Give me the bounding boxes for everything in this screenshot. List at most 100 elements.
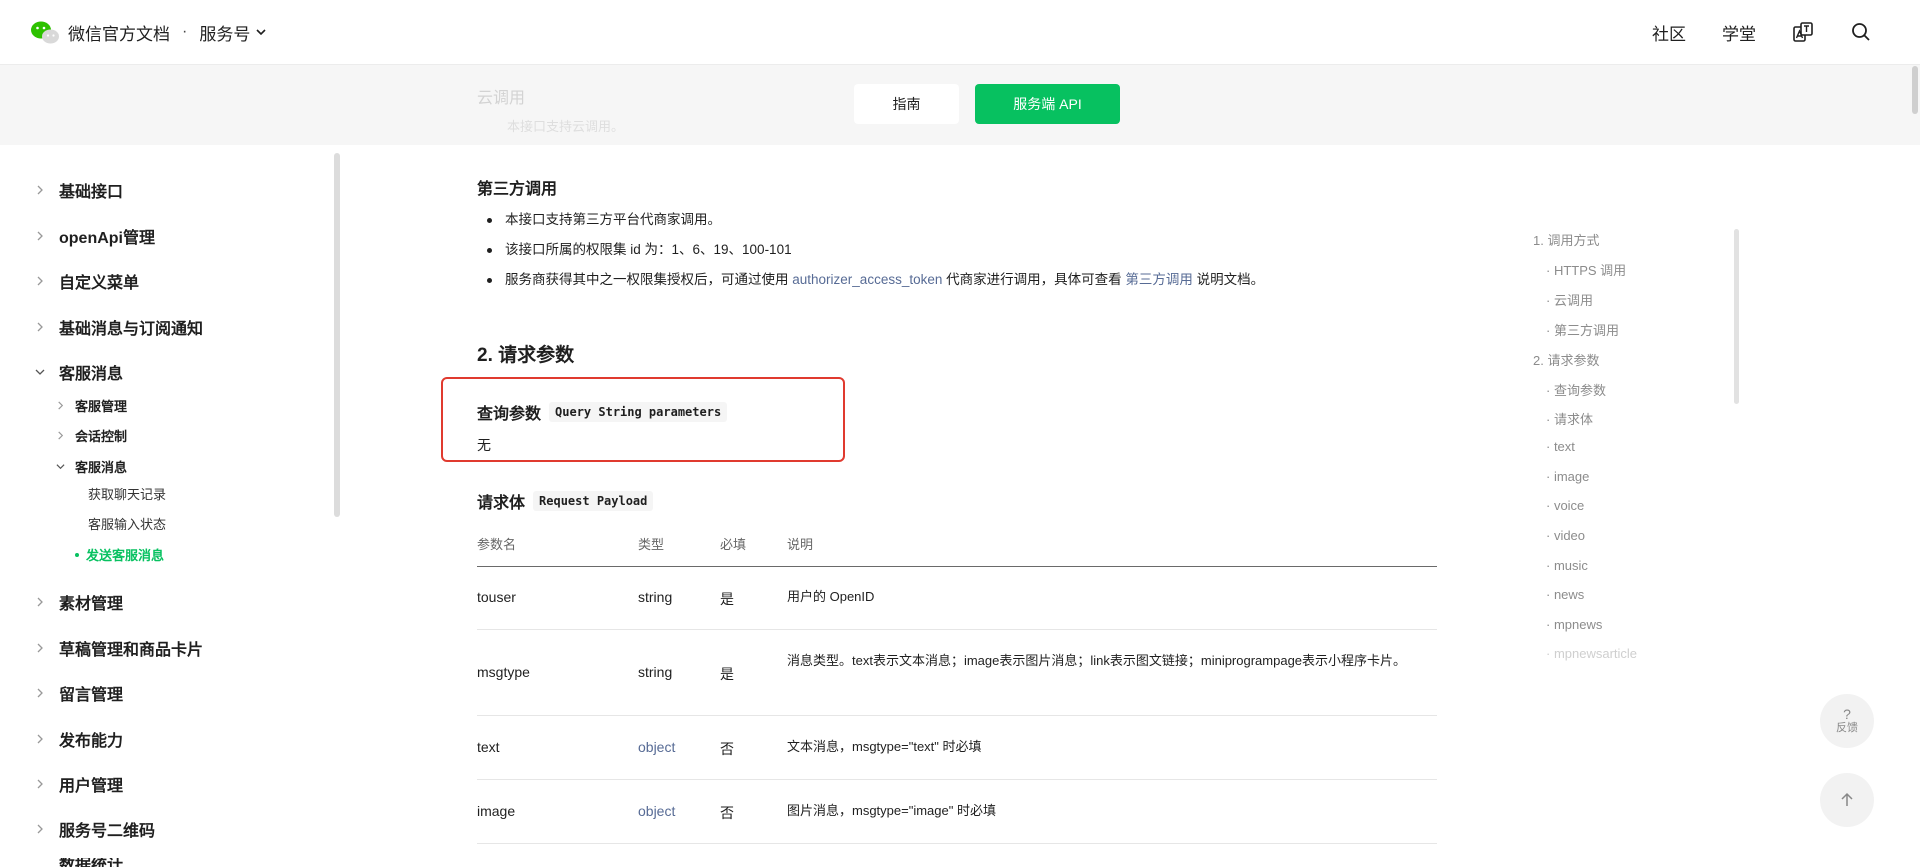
param-name: image bbox=[477, 803, 516, 819]
sidebar-scrollbar[interactable] bbox=[334, 153, 340, 517]
tab-guide[interactable]: 指南 bbox=[854, 84, 959, 124]
chevron-right-icon bbox=[33, 595, 47, 609]
param-required: 是 bbox=[720, 591, 734, 607]
inline-code: Request Payload bbox=[533, 491, 654, 511]
inline-code: Query String parameters bbox=[549, 402, 728, 422]
toc-item-call-method[interactable]: 1. 调用方式 bbox=[1533, 230, 1599, 249]
product-label: 服务号 bbox=[199, 24, 251, 44]
sidebar-item-comments[interactable]: 留言管理 bbox=[33, 681, 123, 705]
question-icon: ? bbox=[1843, 706, 1851, 722]
list-item: 该接口所属的权限集 id 为：1、6、19、100-101 bbox=[477, 240, 1264, 270]
sidebar-item-session-control[interactable]: 会话控制 bbox=[53, 426, 127, 445]
top-header: 微信官方文档 · 服务号 社区 学堂 bbox=[0, 0, 1920, 65]
toc-item-request-params[interactable]: 2. 请求参数 bbox=[1533, 350, 1599, 369]
toc-item-third-party[interactable]: · 第三方调用 bbox=[1546, 320, 1619, 339]
sidebar-item-qrcode[interactable]: 服务号二维码 bbox=[33, 817, 155, 841]
sidebar-item-users[interactable]: 用户管理 bbox=[33, 772, 123, 796]
feedback-button[interactable]: ? 反馈 bbox=[1820, 694, 1874, 748]
active-dot bbox=[75, 552, 79, 557]
sidebar-item-publish[interactable]: 发布能力 bbox=[33, 727, 123, 751]
back-to-top-button[interactable] bbox=[1820, 773, 1874, 827]
search-icon[interactable] bbox=[1850, 21, 1872, 43]
third-party-heading: 第三方调用 bbox=[477, 181, 558, 198]
sidebar-item-kefu[interactable]: 客服消息 bbox=[33, 360, 123, 384]
toc-item-cloud[interactable]: · 云调用 bbox=[1546, 290, 1593, 309]
wechat-logo-icon bbox=[31, 21, 59, 44]
column-header: 必填 bbox=[720, 537, 747, 552]
authorizer-token-link[interactable]: authorizer_access_token bbox=[792, 272, 942, 287]
nav-academy[interactable]: 学堂 bbox=[1722, 20, 1756, 45]
toc-item-text[interactable]: · text bbox=[1546, 439, 1575, 454]
toc-item-query[interactable]: · 查询参数 bbox=[1546, 380, 1606, 399]
param-type: string bbox=[638, 589, 673, 605]
param-name: touser bbox=[477, 589, 516, 605]
chevron-right-icon bbox=[33, 274, 47, 288]
toc-item-video[interactable]: · video bbox=[1546, 528, 1585, 543]
toc-item-news[interactable]: · news bbox=[1546, 587, 1584, 602]
third-party-bullets: 本接口支持第三方平台代商家调用。 该接口所属的权限集 id 为：1、6、19、1… bbox=[477, 210, 1264, 300]
sidebar-item-label: 自定义菜单 bbox=[59, 275, 140, 292]
sidebar-item-label: 客服消息 bbox=[59, 366, 124, 383]
sidebar-item-label: 基础接口 bbox=[59, 184, 124, 201]
request-params-heading: 2. 请求参数 bbox=[477, 345, 575, 366]
sidebar-item-label: 发布能力 bbox=[59, 733, 124, 750]
toc-item-mpnewsarticle[interactable]: · mpnewsarticle bbox=[1546, 646, 1637, 661]
table-row: text object 否 文本消息，msgtype="text" 时必填 bbox=[477, 716, 1437, 780]
column-header: 类型 bbox=[638, 537, 665, 552]
toc-item-https[interactable]: · HTTPS 调用 bbox=[1546, 260, 1626, 279]
sidebar-item-kefu-manage[interactable]: 客服管理 bbox=[53, 396, 127, 415]
brand[interactable]: 微信官方文档 bbox=[30, 19, 170, 45]
table-header: 参数名 类型 必填 说明 bbox=[477, 528, 1437, 567]
product-dropdown[interactable]: 服务号 bbox=[199, 20, 267, 45]
sidebar-item-label: 服务号二维码 bbox=[59, 823, 156, 840]
bullet-text: 该接口所属的权限集 id 为：1、6、19、100-101 bbox=[505, 242, 792, 257]
page-scrollbar[interactable] bbox=[1912, 66, 1918, 114]
toc-item-mpnews[interactable]: · mpnews bbox=[1546, 617, 1602, 632]
sidebar-item-basic-api[interactable]: 基础接口 bbox=[33, 178, 123, 202]
param-required: 否 bbox=[720, 741, 734, 757]
param-name: text bbox=[477, 739, 500, 755]
section-title-text: 请求体 bbox=[477, 495, 526, 512]
chevron-right-icon bbox=[33, 732, 47, 746]
sidebar-item-typing-status[interactable]: 客服输入状态 bbox=[88, 514, 166, 533]
param-desc: 消息类型。text表示文本消息；image表示图片消息；link表示图文链接；m… bbox=[787, 653, 1407, 668]
sidebar-item-kefu-message[interactable]: 客服消息 bbox=[53, 457, 127, 476]
param-desc: 文本消息，msgtype="text" 时必填 bbox=[787, 739, 982, 754]
sidebar-item-statistics[interactable]: 数据统计 bbox=[33, 858, 123, 867]
chevron-right-icon bbox=[33, 686, 47, 700]
third-party-doc-link[interactable]: 第三方调用 bbox=[1125, 272, 1193, 287]
chevron-down-icon bbox=[33, 365, 47, 379]
translate-icon[interactable] bbox=[1792, 21, 1814, 43]
sidebar-item-send-kefu-message[interactable]: 发送客服消息 bbox=[75, 545, 164, 564]
tab-server-api[interactable]: 服务端 API bbox=[975, 84, 1120, 124]
sidebar-item-openapi[interactable]: openApi管理 bbox=[33, 224, 155, 248]
toc-scrollbar[interactable] bbox=[1734, 229, 1739, 404]
query-params-title: 查询参数 Query String parameters bbox=[477, 400, 728, 424]
param-type-link[interactable]: object bbox=[638, 803, 675, 819]
table-row: msgtype string 是 消息类型。text表示文本消息；image表示… bbox=[477, 630, 1437, 716]
chevron-right-icon bbox=[33, 229, 47, 243]
sidebar-item-label: 用户管理 bbox=[59, 778, 124, 795]
chevron-right-icon bbox=[33, 777, 47, 791]
bullet-text: 本接口支持第三方平台代商家调用。 bbox=[505, 212, 721, 227]
toc-item-payload[interactable]: · 请求体 bbox=[1546, 409, 1593, 428]
toc-item-music[interactable]: · music bbox=[1546, 558, 1588, 573]
sidebar-item-custom-menu[interactable]: 自定义菜单 bbox=[33, 269, 139, 293]
sidebar-item-draft[interactable]: 草稿管理和商品卡片 bbox=[33, 636, 203, 660]
sidebar-item-label: 素材管理 bbox=[59, 596, 124, 613]
title-separator: · bbox=[182, 23, 188, 40]
param-type-link[interactable]: object bbox=[638, 739, 675, 755]
hidden-heading: 云调用 bbox=[477, 90, 526, 107]
column-header: 参数名 bbox=[477, 537, 517, 552]
sidebar-item-label: openApi管理 bbox=[59, 230, 155, 247]
sidebar-item-basic-message[interactable]: 基础消息与订阅通知 bbox=[33, 315, 203, 339]
sidebar-item-material[interactable]: 素材管理 bbox=[33, 590, 123, 614]
chevron-right-icon bbox=[33, 822, 47, 836]
toc-item-image[interactable]: · image bbox=[1546, 469, 1589, 484]
sidebar-item-chat-history[interactable]: 获取聊天记录 bbox=[88, 484, 166, 503]
sidebar-item-label: 客服消息 bbox=[75, 460, 128, 475]
param-type: string bbox=[638, 664, 673, 680]
nav-community[interactable]: 社区 bbox=[1652, 20, 1686, 45]
arrow-up-icon bbox=[1841, 792, 1853, 806]
toc-item-voice[interactable]: · voice bbox=[1546, 498, 1584, 513]
